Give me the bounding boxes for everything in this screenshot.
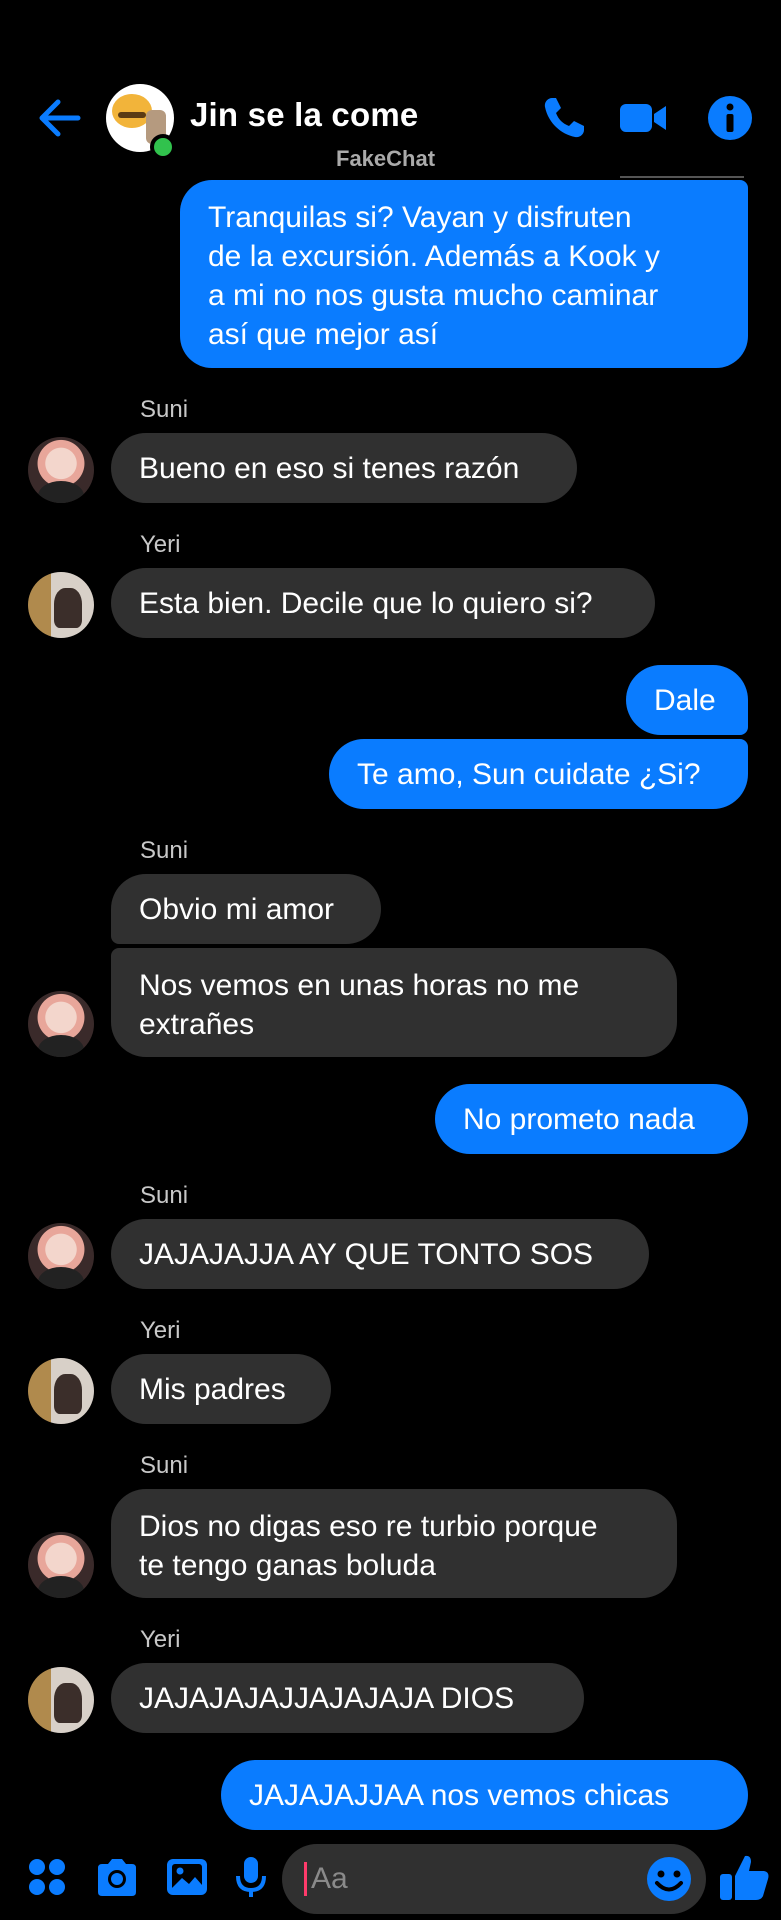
avatar-suni[interactable] xyxy=(28,1532,94,1598)
camera-icon[interactable] xyxy=(94,1854,140,1900)
sender-name: Yeri xyxy=(140,1626,181,1653)
apps-grid-icon[interactable] xyxy=(24,1854,70,1900)
message-bubble-incoming[interactable]: Mis padres xyxy=(111,1354,331,1424)
sender-name: Suni xyxy=(140,1452,189,1479)
avatar-yeri[interactable] xyxy=(28,1667,94,1733)
online-status-dot xyxy=(150,134,176,160)
message-bubble-outgoing[interactable]: No prometo nada xyxy=(435,1084,748,1154)
message-bubble-incoming[interactable]: Dios no digas eso re turbio porque te te… xyxy=(111,1489,677,1598)
sender-name: Suni xyxy=(140,1182,189,1209)
chat-header: Jin se la come FakeChat xyxy=(0,70,781,180)
watermark-label: FakeChat xyxy=(336,146,436,171)
avatar-suni[interactable] xyxy=(28,437,94,503)
sender-name: Suni xyxy=(140,396,189,423)
message-bubble-incoming[interactable]: Nos vemos en unas horas no me extrañes xyxy=(111,948,677,1057)
message-bubble-incoming[interactable]: JAJAJAJJA AY QUE TONTO SOS xyxy=(111,1219,649,1289)
sender-name: Yeri xyxy=(140,531,181,558)
arrow-left-icon[interactable] xyxy=(36,94,84,142)
text-caret xyxy=(304,1862,307,1896)
emoji-icon[interactable] xyxy=(644,1854,694,1904)
message-input-placeholder: Aa xyxy=(311,1862,348,1895)
info-icon[interactable] xyxy=(704,92,756,144)
avatar-suni[interactable] xyxy=(28,1223,94,1289)
message-bubble-incoming[interactable]: Obvio mi amor xyxy=(111,874,381,944)
avatar-yeri[interactable] xyxy=(28,572,94,638)
phone-icon[interactable] xyxy=(538,92,590,144)
avatar-suni[interactable] xyxy=(28,991,94,1057)
message-input[interactable]: Aa xyxy=(282,1844,706,1914)
video-camera-icon[interactable] xyxy=(616,92,668,144)
message-bubble-outgoing[interactable]: JAJAJAJJAA nos vemos chicas xyxy=(221,1760,748,1830)
message-bubble-outgoing[interactable]: Te amo, Sun cuidate ¿Si? xyxy=(329,739,748,809)
avatar-yeri[interactable] xyxy=(28,1358,94,1424)
image-icon[interactable] xyxy=(164,1854,210,1900)
message-bubble-outgoing[interactable]: Dale xyxy=(626,665,748,735)
sender-name: Suni xyxy=(140,837,189,864)
message-bubble-incoming[interactable]: JAJAJAJAJJAJAJAJA DIOS xyxy=(111,1663,584,1733)
thumbs-up-icon[interactable] xyxy=(718,1850,772,1904)
sender-name: Yeri xyxy=(140,1317,181,1344)
microphone-icon[interactable] xyxy=(228,1854,274,1900)
message-bubble-incoming[interactable]: Esta bien. Decile que lo quiero si? xyxy=(111,568,655,638)
message-bubble-incoming[interactable]: Bueno en eso si tenes razón xyxy=(111,433,577,503)
message-bubble-outgoing[interactable]: Tranquilas si? Vayan y disfruten de la e… xyxy=(180,180,748,368)
message-composer: Aa xyxy=(0,1840,781,1920)
divider xyxy=(620,176,744,178)
chat-title[interactable]: Jin se la come xyxy=(190,96,418,134)
